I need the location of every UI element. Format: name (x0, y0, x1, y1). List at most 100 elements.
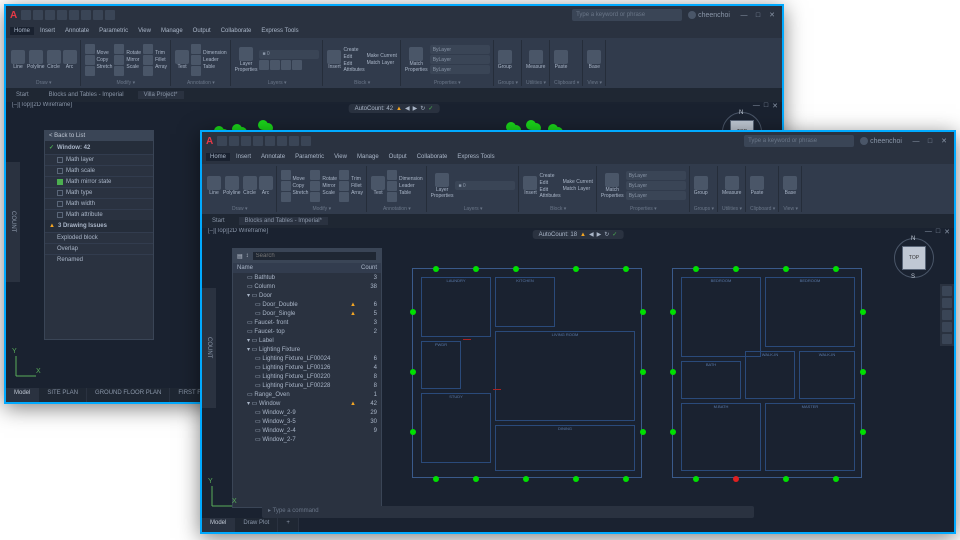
group-button[interactable]: Group (498, 50, 512, 70)
viewport-label-1[interactable]: [‒][Top][2D Wireframe] (12, 102, 72, 108)
layer-selector[interactable]: ■ 0 (455, 181, 515, 190)
stretch-button[interactable] (85, 66, 95, 76)
tab-blocks[interactable]: Blocks and Tables - Imperial (43, 91, 130, 99)
check-math-scale[interactable]: Math scale (45, 165, 153, 176)
menu-express[interactable]: Express Tools (257, 27, 302, 35)
polyline-button[interactable]: Polyline (223, 176, 241, 196)
arc-button[interactable]: Arc (63, 50, 77, 70)
fillet-button[interactable] (143, 55, 153, 65)
menu-home[interactable]: Home (10, 27, 34, 35)
copy-button[interactable] (281, 181, 291, 191)
tree-row[interactable]: ▭ Door_Single▲5 (233, 309, 381, 318)
viewport-controls-1[interactable]: —□✕ (753, 102, 778, 110)
tree-row[interactable]: ▭ Lighting Fixture_LF002288 (233, 381, 381, 390)
move-button[interactable] (85, 44, 95, 54)
minimize-button[interactable]: — (738, 10, 750, 20)
dimension-button[interactable] (387, 170, 397, 180)
tree-row[interactable]: ▾ ▭ Label (233, 336, 381, 345)
tree-row[interactable]: ▭ Window_2-7 (233, 435, 381, 444)
layer-props-button[interactable]: Layer Properties (235, 47, 258, 73)
array-button[interactable] (143, 66, 153, 76)
color-selector[interactable]: ByLayer (430, 45, 490, 54)
table-button[interactable] (191, 66, 201, 76)
tree-row[interactable]: ▭ Lighting Fixture_LF002208 (233, 372, 381, 381)
menu-collaborate[interactable]: Collaborate (413, 153, 452, 161)
tree-row[interactable]: ▭ Faucet- top2 (233, 327, 381, 336)
insert-button[interactable]: Insert (327, 50, 341, 70)
check-math-mirror[interactable]: Math mirror state (45, 176, 153, 187)
back-link[interactable]: < Back to List (45, 131, 153, 141)
layer-tool2[interactable] (270, 60, 280, 70)
check-math-width[interactable]: Math width (45, 198, 153, 209)
menu-output[interactable]: Output (385, 153, 411, 161)
user-menu-1[interactable]: cheenchoi (688, 11, 730, 19)
scale-button[interactable] (310, 192, 320, 202)
issue-renamed[interactable]: Renamed (45, 254, 153, 265)
minimize-button[interactable]: — (910, 136, 922, 146)
tree-row[interactable]: ▭ Window_3-530 (233, 417, 381, 426)
tree-row[interactable]: ▭ Window_2-49 (233, 426, 381, 435)
menu-parametric[interactable]: Parametric (95, 27, 132, 35)
polyline-button[interactable]: Polyline (27, 50, 45, 70)
check-math-layer[interactable]: Math layer (45, 154, 153, 165)
stretch-button[interactable] (281, 192, 291, 202)
tree-row[interactable]: ▭ Faucet- front3 (233, 318, 381, 327)
mirror-button[interactable] (114, 55, 124, 65)
menu-home[interactable]: Home (206, 153, 230, 161)
navbar-2[interactable] (940, 284, 954, 346)
dimension-button[interactable] (191, 44, 201, 54)
circle-button[interactable]: Circle (47, 50, 61, 70)
lt-selector[interactable]: ByLayer (430, 65, 490, 74)
tab-blocks-2[interactable]: Blocks and Tables - Imperial* (239, 217, 328, 225)
tab-model[interactable]: Model (6, 388, 39, 402)
tab-villa[interactable]: Villa Project* (138, 91, 184, 99)
tree-row[interactable]: ▭ Lighting Fixture_LF001264 (233, 363, 381, 372)
leader-button[interactable] (387, 181, 397, 191)
rotate-button[interactable] (114, 44, 124, 54)
lw-selector[interactable]: ByLayer (430, 55, 490, 64)
table-button[interactable] (387, 192, 397, 202)
tree-row[interactable]: ▾ ▭ Lighting Fixture (233, 345, 381, 354)
line-button[interactable]: Line (11, 50, 25, 70)
paste-button[interactable]: Paste (554, 50, 568, 70)
tree-row[interactable]: ▭ Door_Double▲6 (233, 300, 381, 309)
measure-button[interactable]: Measure (722, 176, 741, 196)
tree-row[interactable]: ▭ Bathtub3 (233, 273, 381, 282)
move-button[interactable] (281, 170, 291, 180)
leader-button[interactable] (191, 55, 201, 65)
layer-tool1[interactable] (259, 60, 269, 70)
close-button[interactable]: ✕ (766, 10, 778, 20)
tab-site[interactable]: SITE PLAN (39, 388, 87, 402)
status-pill-2[interactable]: AutoCount: 18▲◀▶↻✓ (533, 230, 624, 239)
user-menu-2[interactable]: cheenchoi (860, 137, 902, 145)
match-props-button[interactable]: Match Properties (405, 47, 428, 73)
command-line[interactable]: ▸ Type a command (262, 506, 754, 518)
group-button[interactable]: Group (694, 176, 708, 196)
maximize-button[interactable]: □ (752, 10, 764, 20)
fillet-button[interactable] (339, 181, 349, 191)
menu-view[interactable]: View (134, 27, 155, 35)
lw-selector[interactable]: ByLayer (626, 181, 686, 190)
menu-view[interactable]: View (330, 153, 351, 161)
filter-icon[interactable]: ▤ (237, 253, 243, 260)
search-box-1[interactable]: Type a keyword or phrase (572, 9, 682, 21)
circle-button[interactable]: Circle (243, 176, 257, 196)
insert-button[interactable]: Insert (523, 176, 537, 196)
check-math-attr[interactable]: Math attribute (45, 209, 153, 220)
menu-express[interactable]: Express Tools (453, 153, 498, 161)
copy-button[interactable] (85, 55, 95, 65)
status-pill-1[interactable]: AutoCount: 42▲◀▶↻✓ (349, 104, 440, 113)
tab-drawplot[interactable]: Draw Plot (235, 518, 278, 532)
tab-ground[interactable]: GROUND FLOOR PLAN (87, 388, 170, 402)
menu-insert[interactable]: Insert (232, 153, 255, 161)
count-sidetab-1[interactable]: COUNT (6, 162, 20, 282)
lt-selector[interactable]: ByLayer (626, 191, 686, 200)
rotate-button[interactable] (310, 170, 320, 180)
tree-row[interactable]: ▭ Lighting Fixture_LF000246 (233, 354, 381, 363)
color-selector[interactable]: ByLayer (626, 171, 686, 180)
check-math-type[interactable]: Math type (45, 187, 153, 198)
viewport-canvas-2[interactable]: —□✕ [‒][Top][2D Wireframe] AutoCount: 18… (202, 228, 954, 532)
sort-icon[interactable]: ↕ (246, 253, 249, 259)
menu-annotate[interactable]: Annotate (257, 153, 289, 161)
menu-output[interactable]: Output (189, 27, 215, 35)
